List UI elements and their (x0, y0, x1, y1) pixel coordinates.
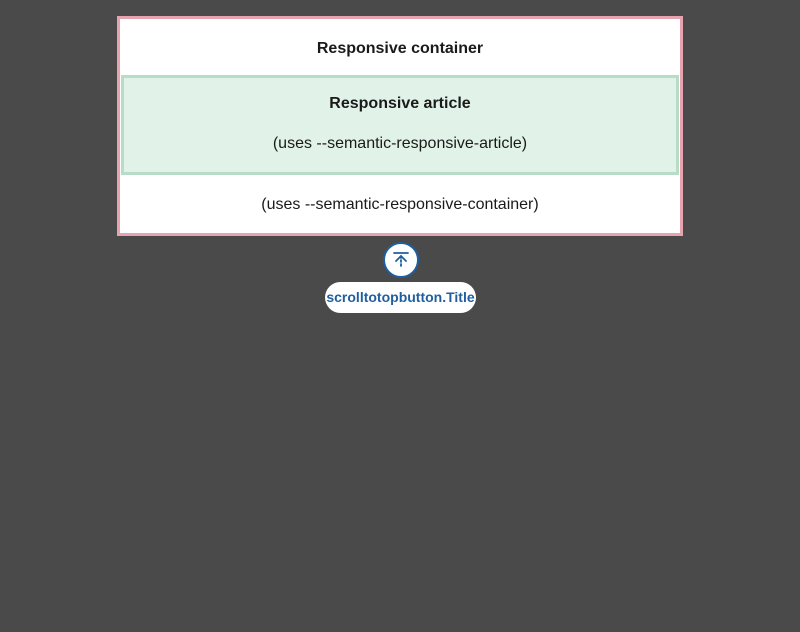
responsive-container: Responsive container Responsive article … (117, 16, 683, 236)
container-title: Responsive container (316, 40, 484, 57)
responsive-article: Responsive article (uses --semantic-resp… (121, 75, 679, 175)
container-note: (uses --semantic-responsive-container) (261, 196, 539, 213)
scroll-to-top-button[interactable] (383, 242, 419, 278)
article-note: (uses --semantic-responsive-article) (272, 135, 528, 152)
scroll-to-top-tooltip: scrolltotopbutton.Title (325, 282, 476, 313)
arrow-up-to-line-icon (391, 250, 411, 270)
article-title: Responsive article (329, 95, 471, 112)
